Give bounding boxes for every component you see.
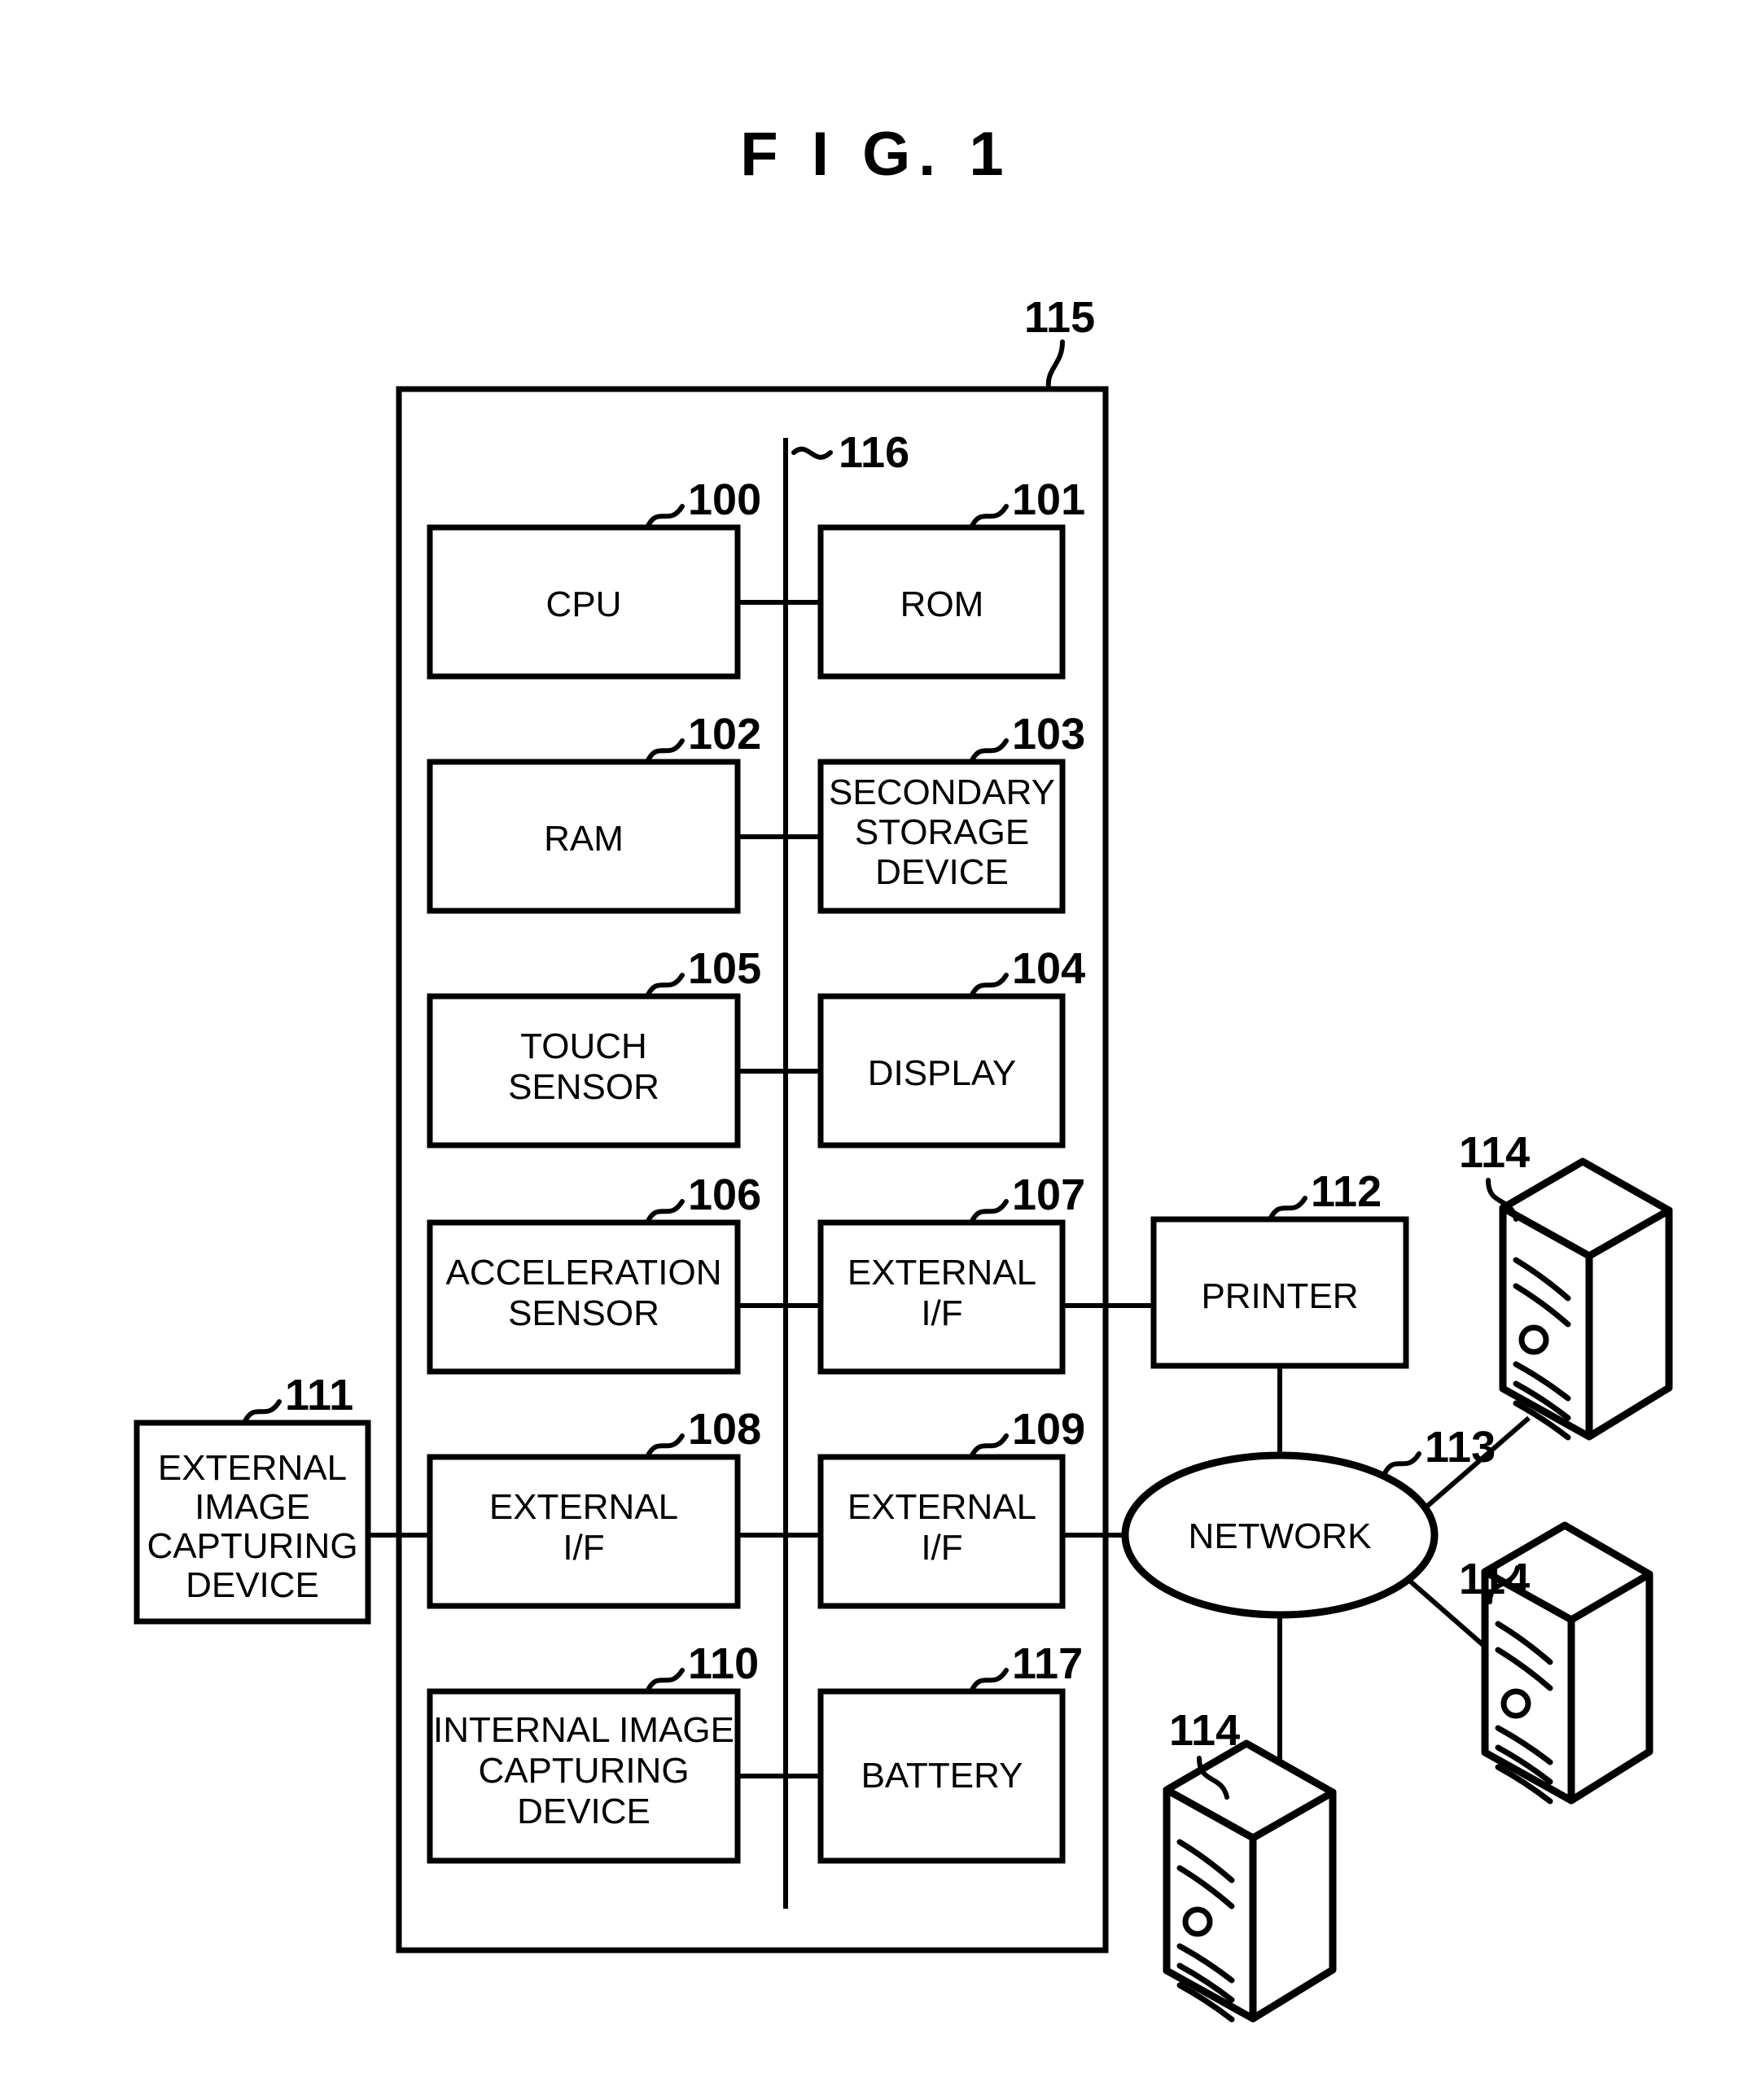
block-label-accel-line1: ACCELERATION xyxy=(445,1253,721,1293)
ref-number-111: 111 xyxy=(285,1371,353,1420)
ref-number-114-top: 114 xyxy=(1459,1128,1530,1177)
computer-114-bottom: 114 xyxy=(1163,1706,1337,2023)
ref-number-102: 102 xyxy=(688,710,761,759)
ref-number-101: 101 xyxy=(1012,475,1085,524)
ref-number-112: 112 xyxy=(1311,1167,1382,1216)
ref-number-104: 104 xyxy=(1012,944,1085,993)
block-label-extif109-line1: EXTERNAL xyxy=(848,1487,1036,1527)
computer-114-top: 114 xyxy=(1459,1128,1673,1441)
block-label-secondary-line3: DEVICE xyxy=(875,852,1009,892)
figure-1-block-diagram: F I G. 1 115 116 CPU 100 ROM 101 RAM 102… xyxy=(134,120,1673,2023)
block-label-display: DISPLAY xyxy=(868,1053,1017,1093)
ref-number-106: 106 xyxy=(688,1170,761,1219)
block-label-ram: RAM xyxy=(544,819,624,859)
block-label-secondary-line1: SECONDARY xyxy=(829,772,1055,812)
leader-line-111 xyxy=(242,1399,282,1425)
ref-number-109: 109 xyxy=(1012,1405,1085,1454)
ref-number-110: 110 xyxy=(688,1639,759,1688)
block-label-printer: PRINTER xyxy=(1201,1276,1358,1316)
block-label-extif109-line2: I/F xyxy=(921,1528,962,1568)
ref-number-114-right: 114 xyxy=(1459,1555,1530,1603)
block-label-extif107-line2: I/F xyxy=(921,1293,962,1333)
computer-power-button-icon xyxy=(1182,1906,1213,1937)
block-label-accel-line2: SENSOR xyxy=(508,1293,659,1333)
ref-number-103: 103 xyxy=(1012,710,1085,759)
block-label-extcam-line4: DEVICE xyxy=(186,1565,319,1605)
computer-power-button-icon xyxy=(1518,1324,1549,1355)
block-label-intcam-line3: DEVICE xyxy=(517,1792,650,1831)
block-label-touch-line2: SENSOR xyxy=(508,1067,659,1107)
figure-root: F I G. 1 115 116 CPU 100 ROM 101 RAM 102… xyxy=(0,0,1752,2100)
ref-number-116: 116 xyxy=(839,428,909,477)
leader-line-112 xyxy=(1268,1196,1307,1222)
computer-power-button-icon xyxy=(1500,1688,1531,1719)
ref-number-108: 108 xyxy=(688,1405,761,1454)
leader-line-113 xyxy=(1382,1451,1421,1477)
block-label-intcam-line1: INTERNAL IMAGE xyxy=(433,1710,734,1750)
leader-line-115 xyxy=(1045,339,1065,392)
computer-114-right: 114 xyxy=(1459,1521,1653,1805)
ref-number-114-bottom: 114 xyxy=(1169,1706,1240,1755)
ref-number-113: 113 xyxy=(1425,1423,1496,1472)
block-label-extif108-line1: EXTERNAL xyxy=(489,1487,678,1527)
block-label-extcam-line3: CAPTURING xyxy=(147,1526,357,1566)
block-label-extif107-line1: EXTERNAL xyxy=(848,1253,1036,1293)
block-label-extcam-line1: EXTERNAL xyxy=(158,1448,347,1488)
block-label-cpu: CPU xyxy=(546,584,622,624)
ref-number-105: 105 xyxy=(688,944,761,993)
block-label-rom: ROM xyxy=(900,584,984,624)
network-label: NETWORK xyxy=(1189,1516,1372,1556)
block-label-secondary-line2: STORAGE xyxy=(855,812,1029,852)
figure-title: F I G. 1 xyxy=(740,120,1011,189)
ref-number-107: 107 xyxy=(1012,1170,1085,1219)
block-label-extcam-line2: IMAGE xyxy=(195,1487,310,1527)
block-label-intcam-line2: CAPTURING xyxy=(478,1751,689,1791)
block-label-touch-line1: TOUCH xyxy=(520,1026,647,1066)
ref-number-100: 100 xyxy=(688,475,761,524)
ref-number-115: 115 xyxy=(1024,293,1095,342)
block-label-extif108-line2: I/F xyxy=(563,1528,604,1568)
block-label-battery: BATTERY xyxy=(861,1756,1023,1796)
ref-number-117: 117 xyxy=(1012,1639,1083,1688)
